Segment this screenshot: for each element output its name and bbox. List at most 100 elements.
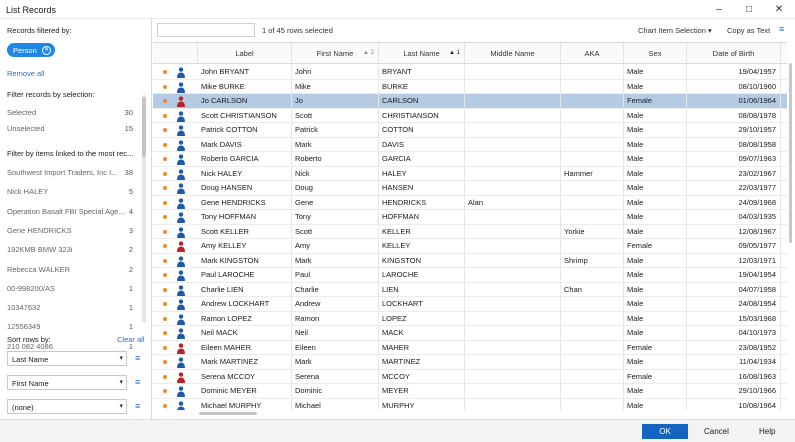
remove-all-link[interactable]: Remove all <box>7 69 45 78</box>
header-date-of-birth[interactable]: Date of Birth <box>687 43 781 64</box>
cell-middle-name: Alan <box>465 195 561 210</box>
selection-item[interactable]: Selected <box>7 108 36 117</box>
close-button[interactable]: ✕ <box>764 0 794 19</box>
chip-remove-icon[interactable]: ✕ <box>42 46 51 55</box>
table-row[interactable]: Paul LAROCHE Paul LAROCHE Male 19/04/1954 <box>153 268 787 283</box>
table-row[interactable]: Mark DAVIS Mark DAVIS Male 08/08/1958 <box>153 137 787 152</box>
linked-item[interactable]: Nick HALEY <box>7 187 48 196</box>
flag-dot-icon <box>163 389 167 393</box>
linked-item-count: 4 <box>128 206 133 216</box>
cell-sex: Male <box>624 166 687 181</box>
table-row[interactable]: Doug HANSEN Doug HANSEN Male 22/03/1977 <box>153 181 787 196</box>
cell-date-of-birth: 29/10/1966 <box>687 384 781 399</box>
male-person-icon <box>177 400 185 410</box>
header-last-name[interactable]: Last Name ▲ 1 <box>379 43 465 64</box>
cell-last-name: MCCOY <box>379 369 465 384</box>
flag-dot-icon <box>163 360 167 364</box>
cell-date-of-birth: 15/03/1968 <box>687 311 781 326</box>
table-row[interactable]: Scott KELLER Scott KELLER Yorkie Male 12/08/1… <box>153 224 787 239</box>
table-row[interactable]: Mike BURKE Mike BURKE Male 08/10/1960 <box>153 79 787 94</box>
cancel-button[interactable]: Cancel <box>704 427 729 436</box>
linked-item[interactable]: Operation Basalt FBI Special Age... <box>7 207 125 216</box>
table-row[interactable]: Roberto GARCIA Roberto GARCIA Male 09/07/196… <box>153 152 787 167</box>
table-row[interactable]: Jo CARLSON Jo CARLSON Female 01/06/1964 <box>153 94 787 109</box>
header-aka[interactable]: AKA <box>561 43 624 64</box>
male-person-icon <box>177 67 185 78</box>
table-row[interactable]: Neil MACK Neil MACK Male 04/10/1973 <box>153 326 787 341</box>
table-row[interactable]: Serena MCCOY Serena MCCOY Female 16/08/1963 <box>153 369 787 384</box>
cell-label: Scott KELLER <box>198 224 292 239</box>
linked-item[interactable]: 192KMB BMW 323i <box>7 245 72 254</box>
linked-item-count: 2 <box>128 245 133 255</box>
linked-item[interactable]: Southwest Import Traders, Inc I... <box>7 168 117 177</box>
header-label[interactable]: Label <box>198 43 292 64</box>
cell-middle-name <box>465 297 561 312</box>
table-row[interactable]: Tony HOFFMAN Tony HOFFMAN Male 04/03/1935 <box>153 210 787 225</box>
cell-aka <box>561 210 624 225</box>
table-horizontal-scrollbar[interactable] <box>199 412 257 415</box>
table-row[interactable]: Michael MURPHY Michael MURPHY Male 10/08/196… <box>153 398 787 410</box>
cell-first-name: Roberto <box>292 152 379 167</box>
table-row[interactable]: Amy KELLEY Amy KELLEY Female 09/05/1977 <box>153 239 787 254</box>
cell-aka <box>561 195 624 210</box>
cell-last-name: HENDRICKS <box>379 195 465 210</box>
table-row[interactable]: Gene HENDRICKS Gene HENDRICKS Alan Male 24/09… <box>153 195 787 210</box>
table-scrollbar[interactable] <box>789 63 793 243</box>
table-row[interactable]: Patrick COTTON Patrick COTTON Male 29/10/195… <box>153 123 787 138</box>
flag-dot-icon <box>163 403 167 408</box>
table-row[interactable]: Scott CHRISTIANSON Scott CHRISTIANSON Male 0… <box>153 108 787 123</box>
cell-label: Roberto GARCIA <box>198 152 292 167</box>
help-button[interactable]: Help <box>759 427 775 436</box>
linked-item-count: 1 <box>128 283 133 293</box>
linked-item[interactable]: Rebecca WALKER <box>7 265 70 274</box>
table-row[interactable]: Charlie LIEN Charlie LIEN Chan Male 04/07/195… <box>153 282 787 297</box>
header-sex[interactable]: Sex <box>624 43 687 64</box>
chart-item-selection-dropdown[interactable]: Chart Item Selection ▾ <box>638 26 712 35</box>
search-input[interactable] <box>157 23 255 37</box>
cell-middle-name <box>465 282 561 297</box>
header-first-name-text: First Name <box>316 49 354 58</box>
cell-label: Dominic MEYER <box>198 384 292 399</box>
clear-all-link[interactable]: Clear all <box>117 335 145 344</box>
cell-last-name: COTTON <box>379 123 465 138</box>
header-middle-name[interactable]: Middle Name <box>465 43 561 64</box>
sort-select-1[interactable]: Last Name ▾ <box>7 351 127 366</box>
flag-dot-icon <box>163 273 167 277</box>
sort-select-3[interactable]: (none) ▾ <box>7 399 127 414</box>
table-row[interactable]: Eileen MAHER Eileen MAHER Female 23/08/1952 <box>153 340 787 355</box>
selection-count: 30 <box>124 108 133 117</box>
cell-label: Ramon LOPEZ <box>198 311 292 326</box>
sort-direction-icon[interactable]: ≡ <box>135 401 140 411</box>
sort-direction-icon[interactable]: ≡ <box>135 353 140 363</box>
table-row[interactable]: Dominic MEYER Dominic MEYER Male 29/10/1966 <box>153 384 787 399</box>
table-row[interactable]: Nick HALEY Nick HALEY Hammer Male 23/02/1967 <box>153 166 787 181</box>
cell-sex: Male <box>624 108 687 123</box>
table-row[interactable]: Mark KINGSTON Mark KINGSTON Shrimp Male 12/03… <box>153 253 787 268</box>
filter-chip-person[interactable]: Person ✕ <box>7 43 55 57</box>
sort-order-badge: 2 <box>370 50 374 56</box>
cell-date-of-birth: 09/07/1963 <box>687 152 781 167</box>
cell-date-of-birth: 04/10/1973 <box>687 326 781 341</box>
table-row[interactable]: Andrew LOCKHART Andrew LOCKHART Male 24/08/1… <box>153 297 787 312</box>
linked-item[interactable]: Gene HENDRICKS <box>7 226 72 235</box>
minimize-button[interactable]: – <box>704 0 734 19</box>
male-person-icon <box>177 328 185 339</box>
linked-item[interactable]: 00-998200/AS <box>7 284 55 293</box>
copy-as-text-button[interactable]: Copy as Text <box>727 26 770 35</box>
sort-direction-icon[interactable]: ≡ <box>135 377 140 387</box>
cell-aka: Hammer <box>561 166 624 181</box>
selection-item[interactable]: Unselected <box>7 124 45 133</box>
column-settings-icon[interactable]: ≡ <box>779 24 784 34</box>
header-icon-column[interactable] <box>153 43 198 64</box>
linked-item[interactable]: 10347632 <box>7 303 40 312</box>
sort-select-2[interactable]: First Name ▾ <box>7 375 127 390</box>
linked-item[interactable]: 12556349 <box>7 322 40 331</box>
header-first-name[interactable]: First Name ▲ 2 <box>292 43 379 64</box>
maximize-button[interactable]: □ <box>734 0 764 19</box>
table-row[interactable]: John BRYANT John BRYANT Male 19/04/1957 <box>153 65 787 80</box>
left-scrollbar[interactable] <box>142 95 146 323</box>
flag-dot-icon <box>163 229 167 234</box>
table-row[interactable]: Ramon LOPEZ Ramon LOPEZ Male 15/03/1968 <box>153 311 787 326</box>
ok-button[interactable]: OK <box>642 424 688 439</box>
table-row[interactable]: Mark MARTINEZ Mark MARTINEZ Male 11/04/1934 <box>153 355 787 370</box>
